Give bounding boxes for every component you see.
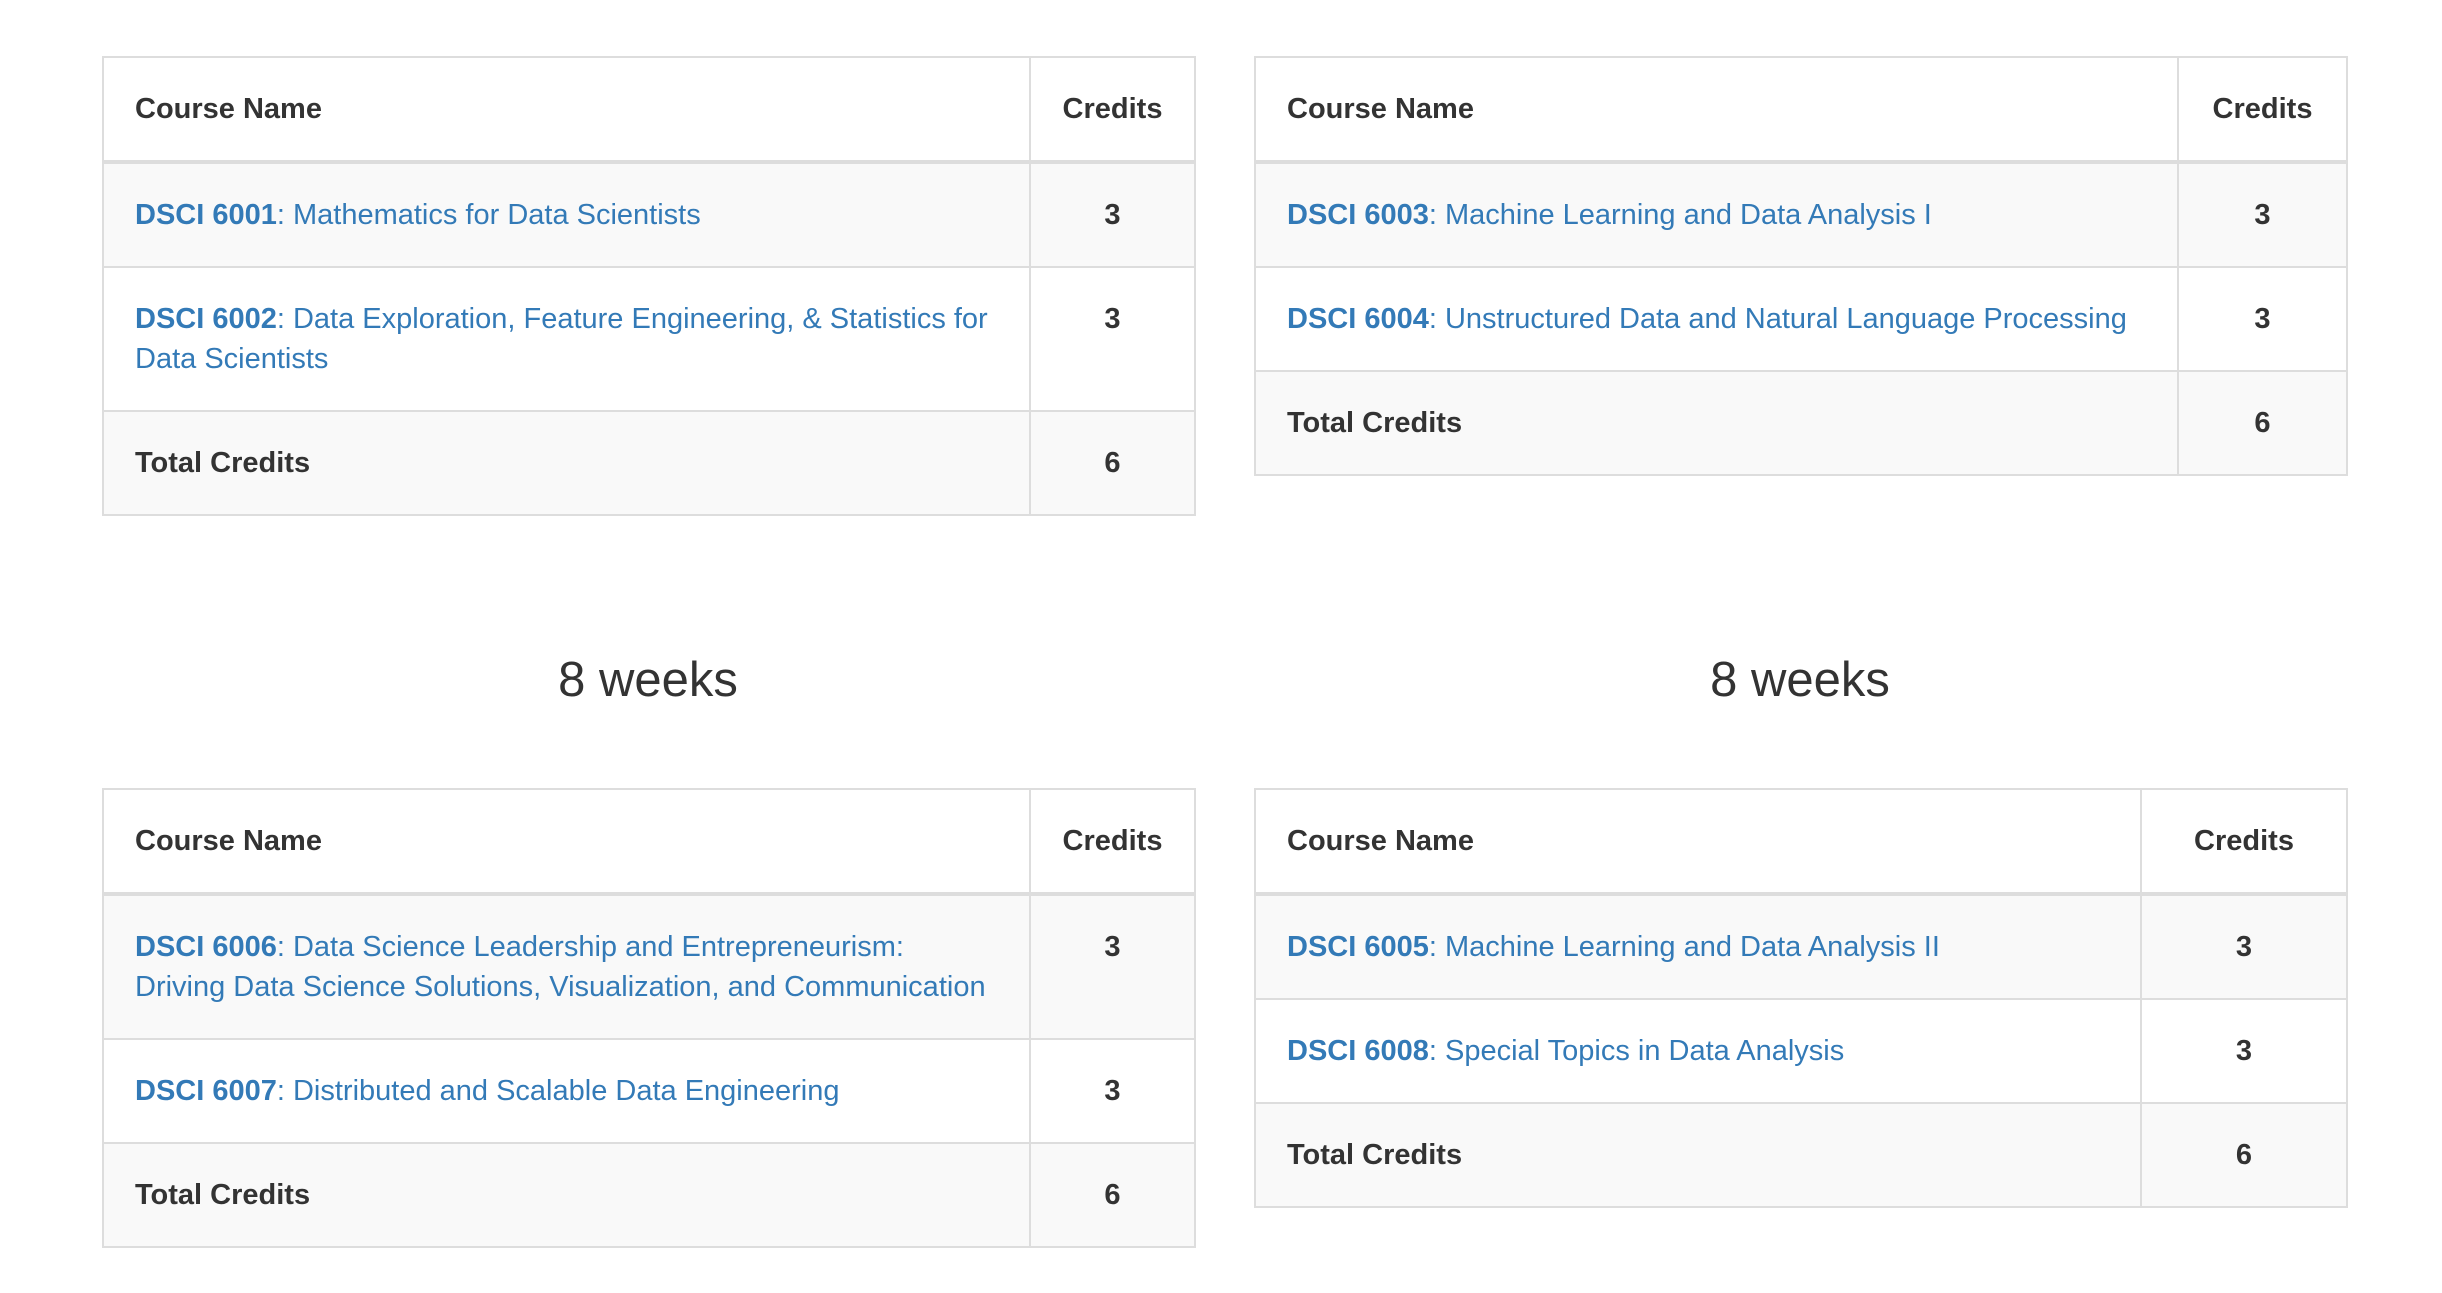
table-header-row: Course Name Credits xyxy=(102,788,1196,896)
course-link-dsci-6003[interactable]: DSCI 6003: Machine Learning and Data Ana… xyxy=(1287,199,1932,231)
course-name-header: Course Name xyxy=(1254,56,2179,164)
course-code: DSCI 6003 xyxy=(1287,199,1429,231)
table-header-row: Course Name Credits xyxy=(1254,788,2348,896)
total-row: Total Credits 6 xyxy=(1254,370,2348,476)
course-title: : Unstructured Data and Natural Language… xyxy=(1428,303,2127,335)
section-heading-8-weeks-right: 8 weeks xyxy=(1710,653,1890,707)
total-label: Total Credits xyxy=(102,1142,1031,1248)
course-title: : Distributed and Scalable Data Engineer… xyxy=(276,1075,840,1107)
course-table-top-right: Course Name Credits DSCI 6003: Machine L… xyxy=(1254,56,2348,476)
table-row: DSCI 6008: Special Topics in Data Analys… xyxy=(1254,998,2348,1104)
total-row: Total Credits 6 xyxy=(102,1142,1196,1248)
table-row: DSCI 6003: Machine Learning and Data Ana… xyxy=(1254,161,2348,268)
table-row: DSCI 6001: Mathematics for Data Scientis… xyxy=(102,161,1196,268)
total-credits-value: 6 xyxy=(2140,1102,2348,1208)
course-cell: DSCI 6002: Data Exploration, Feature Eng… xyxy=(102,266,1031,412)
course-title: : Machine Learning and Data Analysis I xyxy=(1428,199,1932,231)
credits-cell: 3 xyxy=(1029,1038,1196,1144)
total-credits-value: 6 xyxy=(1029,1142,1196,1248)
course-cell: DSCI 6005: Machine Learning and Data Ana… xyxy=(1254,893,2142,1000)
course-title: : Mathematics for Data Scientists xyxy=(276,199,701,231)
credits-header: Credits xyxy=(1029,788,1196,896)
course-name-header: Course Name xyxy=(102,788,1031,896)
course-cell: DSCI 6007: Distributed and Scalable Data… xyxy=(102,1038,1031,1144)
course-cell: DSCI 6008: Special Topics in Data Analys… xyxy=(1254,998,2142,1104)
page: Course Name Credits DSCI 6001: Mathemati… xyxy=(0,0,2442,1293)
table-row: DSCI 6006: Data Science Leadership and E… xyxy=(102,893,1196,1040)
course-name-header: Course Name xyxy=(1254,788,2142,896)
course-table-bottom-left: Course Name Credits DSCI 6006: Data Scie… xyxy=(102,788,1196,1248)
course-link-dsci-6004[interactable]: DSCI 6004: Unstructured Data and Natural… xyxy=(1287,303,2127,335)
credits-cell: 3 xyxy=(2177,161,2348,268)
credits-cell: 3 xyxy=(1029,266,1196,412)
table-row: DSCI 6002: Data Exploration, Feature Eng… xyxy=(102,266,1196,412)
course-code: DSCI 6004 xyxy=(1287,303,1429,335)
course-name-header: Course Name xyxy=(102,56,1031,164)
course-link-dsci-6007[interactable]: DSCI 6007: Distributed and Scalable Data… xyxy=(135,1075,840,1107)
course-title: : Special Topics in Data Analysis xyxy=(1428,1035,1845,1067)
total-label: Total Credits xyxy=(1254,370,2179,476)
credits-header: Credits xyxy=(2140,788,2348,896)
course-cell: DSCI 6001: Mathematics for Data Scientis… xyxy=(102,161,1031,268)
course-cell: DSCI 6004: Unstructured Data and Natural… xyxy=(1254,266,2179,372)
course-link-dsci-6002[interactable]: DSCI 6002: Data Exploration, Feature Eng… xyxy=(135,303,988,375)
total-label: Total Credits xyxy=(1254,1102,2142,1208)
table-row: DSCI 6005: Machine Learning and Data Ana… xyxy=(1254,893,2348,1000)
course-code: DSCI 6008 xyxy=(1287,1035,1429,1067)
course-title: : Machine Learning and Data Analysis II xyxy=(1428,931,1940,963)
credits-cell: 3 xyxy=(2177,266,2348,372)
credits-header: Credits xyxy=(2177,56,2348,164)
course-link-dsci-6005[interactable]: DSCI 6005: Machine Learning and Data Ana… xyxy=(1287,931,1940,963)
credits-cell: 3 xyxy=(2140,893,2348,1000)
course-cell: DSCI 6003: Machine Learning and Data Ana… xyxy=(1254,161,2179,268)
section-heading-8-weeks-left: 8 weeks xyxy=(558,653,738,707)
table-row: DSCI 6007: Distributed and Scalable Data… xyxy=(102,1038,1196,1144)
course-link-dsci-6008[interactable]: DSCI 6008: Special Topics in Data Analys… xyxy=(1287,1035,1844,1067)
total-label: Total Credits xyxy=(102,410,1031,516)
course-link-dsci-6006[interactable]: DSCI 6006: Data Science Leadership and E… xyxy=(135,931,986,1003)
course-table-bottom-right: Course Name Credits DSCI 6005: Machine L… xyxy=(1254,788,2348,1208)
total-row: Total Credits 6 xyxy=(102,410,1196,516)
credits-header: Credits xyxy=(1029,56,1196,164)
credits-cell: 3 xyxy=(2140,998,2348,1104)
total-credits-value: 6 xyxy=(1029,410,1196,516)
course-code: DSCI 6006 xyxy=(135,931,277,963)
table-row: DSCI 6004: Unstructured Data and Natural… xyxy=(1254,266,2348,372)
table-header-row: Course Name Credits xyxy=(102,56,1196,164)
credits-cell: 3 xyxy=(1029,161,1196,268)
course-link-dsci-6001[interactable]: DSCI 6001: Mathematics for Data Scientis… xyxy=(135,199,701,231)
credits-cell: 3 xyxy=(1029,893,1196,1040)
course-code: DSCI 6005 xyxy=(1287,931,1429,963)
total-row: Total Credits 6 xyxy=(1254,1102,2348,1208)
course-code: DSCI 6002 xyxy=(135,303,277,335)
course-code: DSCI 6001 xyxy=(135,199,277,231)
course-table-top-left: Course Name Credits DSCI 6001: Mathemati… xyxy=(102,56,1196,516)
course-code: DSCI 6007 xyxy=(135,1075,277,1107)
table-header-row: Course Name Credits xyxy=(1254,56,2348,164)
course-cell: DSCI 6006: Data Science Leadership and E… xyxy=(102,893,1031,1040)
total-credits-value: 6 xyxy=(2177,370,2348,476)
